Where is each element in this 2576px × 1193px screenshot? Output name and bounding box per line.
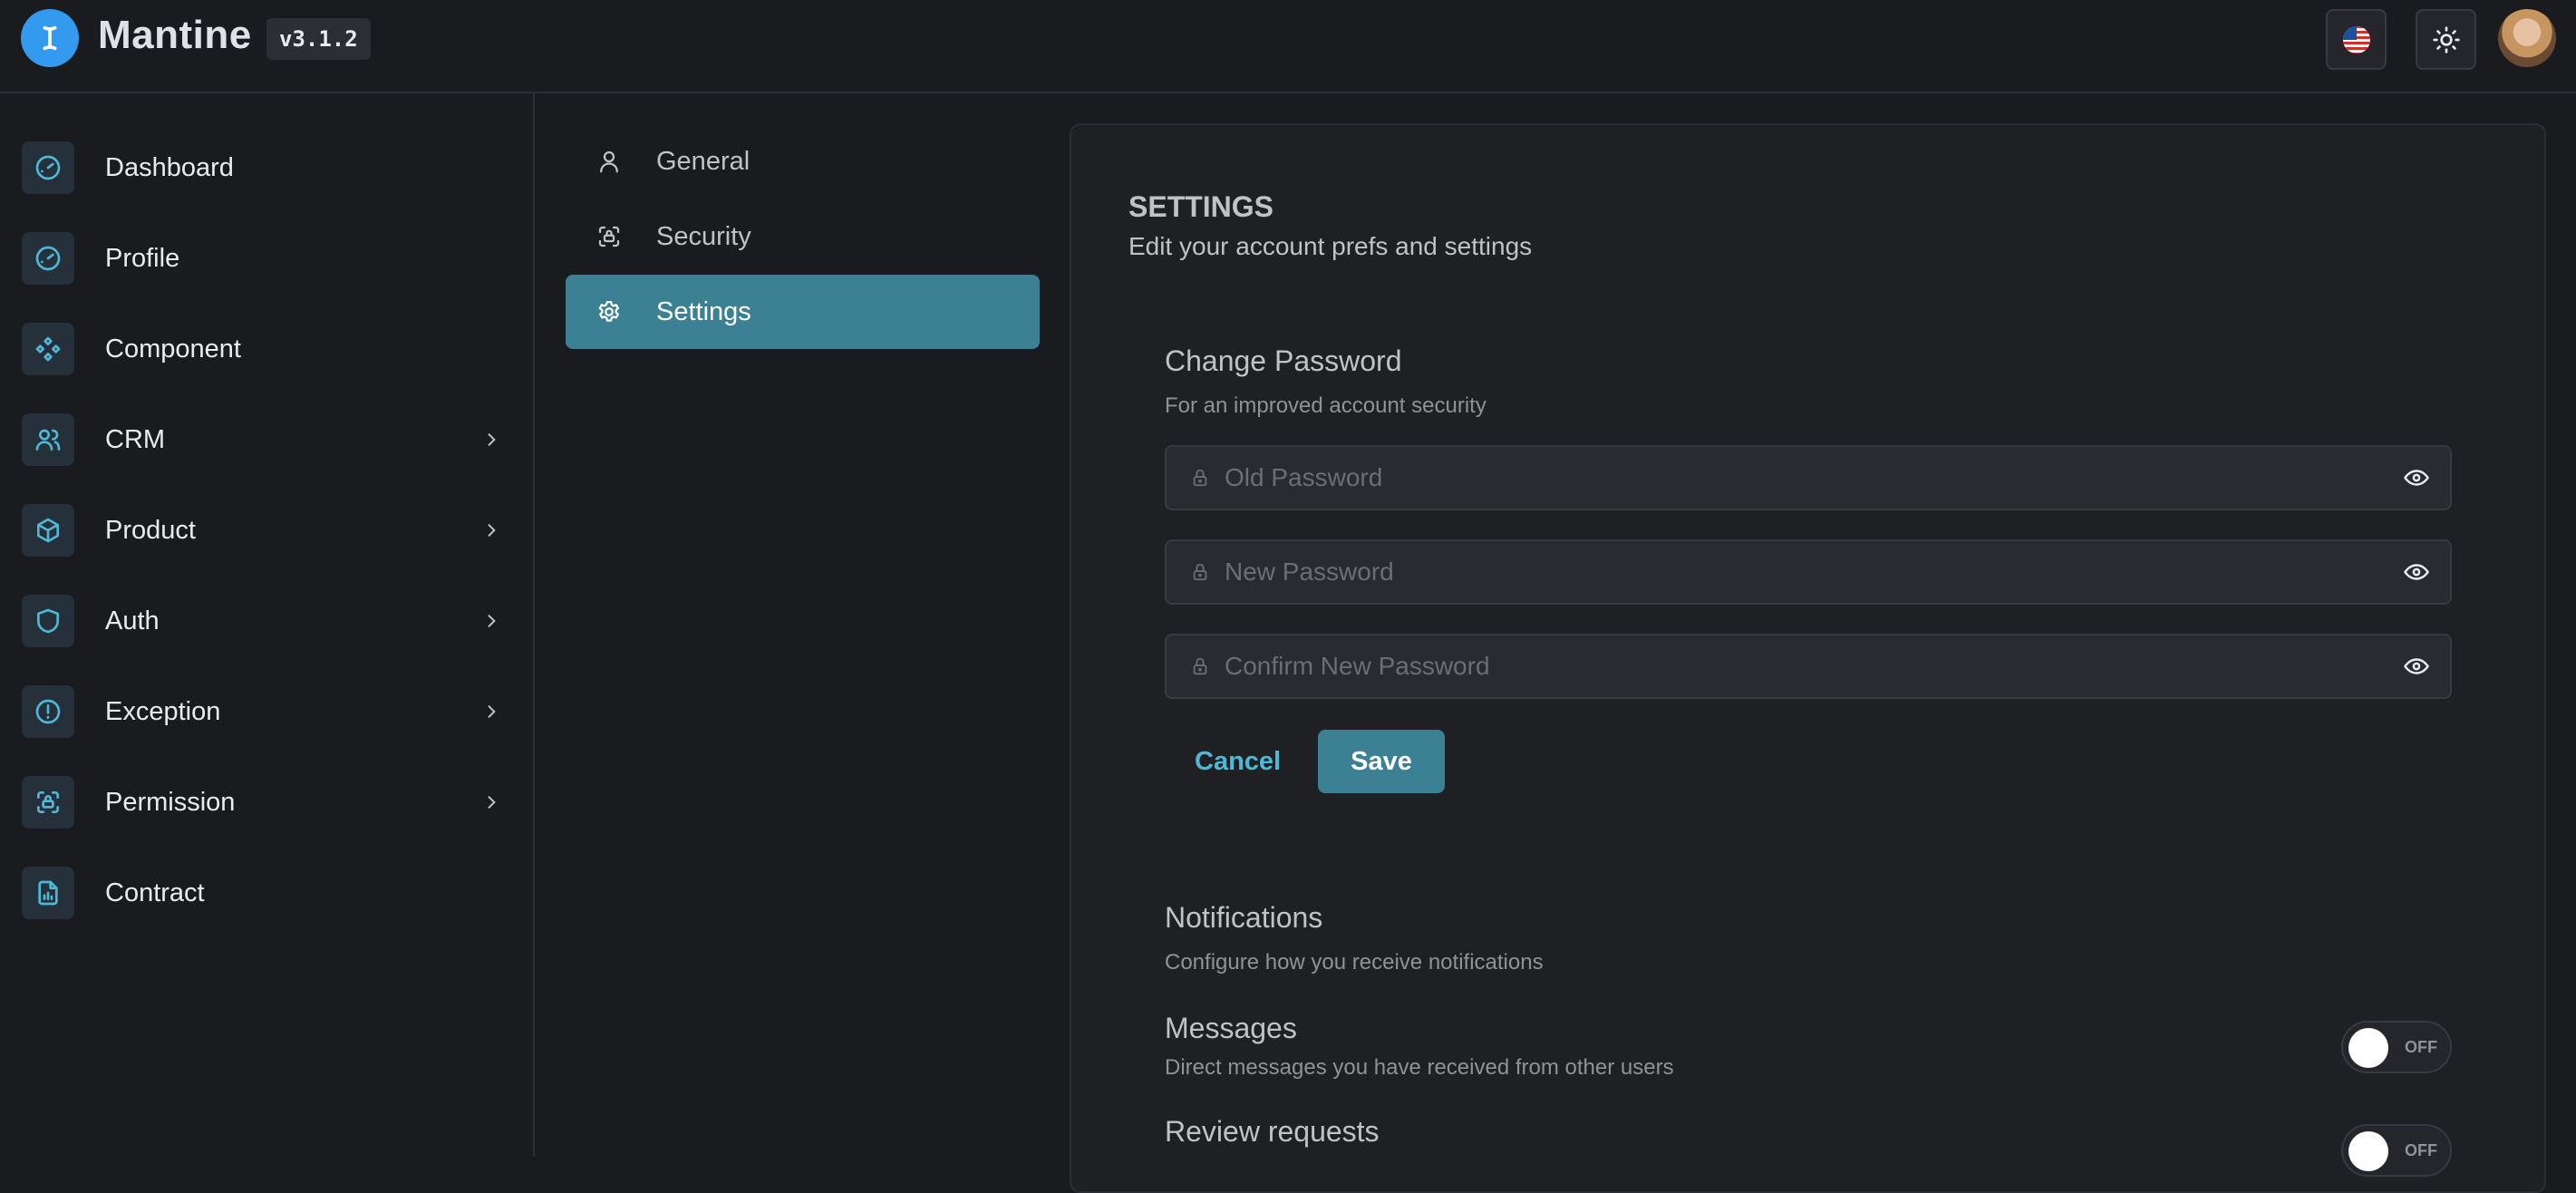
notifications-subtitle: Configure how you receive notifications (1165, 950, 1544, 975)
users-icon (22, 413, 74, 466)
theme-toggle-button[interactable] (2416, 9, 2476, 70)
sidebar-item-exception[interactable]: Exception (0, 675, 533, 748)
app-header: Mantine v3.1.2 (0, 0, 2576, 93)
sidebar-item-dashboard[interactable]: Dashboard (0, 131, 533, 204)
sidebar-item-permission[interactable]: Permission (0, 766, 533, 839)
page-subtitle: Edit your account prefs and settings (1128, 232, 1533, 260)
settings-card: SETTINGS Edit your account prefs and set… (1070, 123, 2546, 1193)
sidebar-item-profile[interactable]: Profile (0, 222, 533, 295)
lock-access-icon (593, 220, 625, 253)
eye-icon[interactable] (2401, 651, 2432, 682)
messages-label: Messages (1165, 1012, 1297, 1044)
sidebar-item-crm[interactable]: CRM (0, 403, 533, 476)
sidebar-item-label: Product (105, 515, 196, 545)
toggle-knob (2348, 1131, 2388, 1171)
sidebar-item-label: Permission (105, 787, 236, 817)
cancel-button[interactable]: Cancel (1180, 730, 1295, 793)
review-requests-label: Review requests (1165, 1115, 1380, 1148)
subnav-item-general[interactable]: General (566, 124, 1040, 199)
sidebar-item-label: Auth (105, 606, 160, 635)
user-icon (593, 145, 625, 178)
shield-icon (22, 595, 74, 647)
mantine-logo-icon[interactable] (21, 9, 79, 67)
sidebar-item-label: CRM (105, 424, 166, 454)
brand-name[interactable]: Mantine (98, 13, 252, 58)
language-button[interactable] (2326, 9, 2387, 70)
sidebar-item-auth[interactable]: Auth (0, 585, 533, 657)
messages-toggle[interactable]: OFF (2341, 1021, 2452, 1073)
lock-access-icon (22, 776, 74, 829)
toggle-knob (2348, 1028, 2388, 1068)
sidebar-item-contract[interactable]: Contract (0, 857, 533, 929)
sidebar-item-product[interactable]: Product (0, 494, 533, 567)
chevron-right-icon (478, 789, 505, 816)
subnav-item-label: Security (656, 221, 751, 251)
subnav-item-security[interactable]: Security (566, 199, 1040, 274)
lock-icon (1188, 560, 1212, 584)
sidebar-item-label: Contract (105, 878, 205, 907)
chevron-right-icon (478, 607, 505, 635)
old-password-field[interactable] (1165, 445, 2452, 510)
components-icon (22, 323, 74, 375)
review-requests-toggle[interactable]: OFF (2341, 1124, 2452, 1177)
save-button[interactable]: Save (1318, 730, 1445, 793)
lock-icon (1188, 466, 1212, 490)
gauge-icon (22, 232, 74, 285)
main-sidebar: Dashboard Profile Component CRM Product (0, 93, 535, 1157)
file-report-icon (22, 867, 74, 919)
user-avatar[interactable] (2498, 9, 2556, 67)
alert-circle-icon (22, 685, 74, 738)
lock-icon (1188, 655, 1212, 678)
eye-icon[interactable] (2401, 462, 2432, 493)
us-flag-icon (2342, 25, 2370, 53)
version-badge: v3.1.2 (266, 18, 371, 60)
chevron-right-icon (478, 698, 505, 725)
new-password-field[interactable] (1165, 539, 2452, 605)
chevron-right-icon (478, 426, 505, 453)
toggle-state: OFF (2405, 1038, 2437, 1056)
sidebar-item-label: Exception (105, 696, 221, 726)
gear-icon (593, 296, 625, 328)
confirm-password-field[interactable] (1165, 634, 2452, 699)
sidebar-item-label: Dashboard (105, 152, 234, 182)
eye-icon[interactable] (2401, 557, 2432, 587)
messages-description: Direct messages you have received from o… (1165, 1055, 1674, 1080)
notifications-title: Notifications (1165, 901, 1323, 934)
new-password-input[interactable] (1225, 545, 2367, 599)
sidebar-item-label: Component (105, 334, 241, 364)
sidebar-item-label: Profile (105, 243, 180, 273)
confirm-password-input[interactable] (1225, 639, 2367, 693)
page-title: SETTINGS (1128, 190, 1274, 223)
old-password-input[interactable] (1225, 451, 2367, 505)
change-password-title: Change Password (1165, 344, 1402, 377)
sidebar-item-component[interactable]: Component (0, 313, 533, 385)
toggle-state: OFF (2405, 1141, 2437, 1159)
subnav-item-label: Settings (656, 296, 751, 326)
chevron-right-icon (478, 517, 505, 544)
change-password-subtitle: For an improved account security (1165, 393, 1487, 418)
subnav-item-label: General (656, 146, 751, 176)
subnav-item-settings[interactable]: Settings (566, 275, 1040, 349)
sun-icon (2432, 25, 2460, 53)
box-icon (22, 504, 74, 557)
gauge-icon (22, 141, 74, 194)
